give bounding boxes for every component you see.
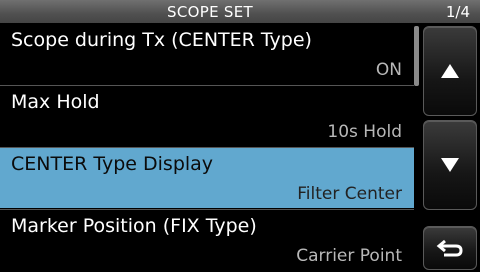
page-indicator: 1/4	[445, 3, 470, 21]
return-arrow-icon	[436, 239, 463, 257]
item-value: 10s Hold	[327, 122, 402, 142]
triangle-down-icon	[441, 158, 459, 172]
item-label: Scope during Tx (CENTER Type)	[11, 29, 312, 51]
item-label: CENTER Type Display	[11, 153, 214, 175]
triangle-up-icon	[441, 64, 459, 78]
item-value: Carrier Point	[296, 246, 402, 266]
list-item-max-hold[interactable]: Max Hold 10s Hold	[0, 86, 414, 146]
title-bar: SCOPE SET 1/4	[0, 0, 480, 23]
item-value: ON	[375, 60, 402, 80]
list-item-center-type-display[interactable]: CENTER Type Display Filter Center	[0, 148, 414, 208]
settings-list: Scope during Tx (CENTER Type) ON Max Hol…	[0, 24, 414, 272]
list-item-scope-during-tx[interactable]: Scope during Tx (CENTER Type) ON	[0, 24, 414, 84]
list-item-marker-position[interactable]: Marker Position (FIX Type) Carrier Point	[0, 210, 414, 270]
scrollbar-thumb[interactable]	[414, 26, 419, 86]
item-label: Marker Position (FIX Type)	[11, 215, 257, 237]
back-button[interactable]	[423, 226, 477, 270]
scroll-up-button[interactable]	[423, 26, 477, 116]
item-label: Max Hold	[11, 91, 100, 113]
scroll-down-button[interactable]	[423, 120, 477, 210]
item-value: Filter Center	[297, 184, 402, 204]
screen-title: SCOPE SET	[167, 3, 253, 21]
